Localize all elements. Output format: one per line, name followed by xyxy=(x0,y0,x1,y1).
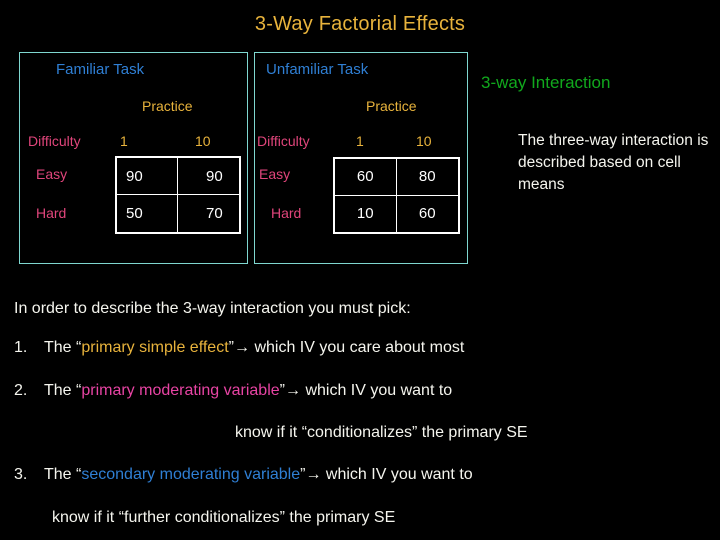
list-item-number: 3. xyxy=(14,466,28,483)
table-cell: 90 xyxy=(178,158,239,195)
panel-familiar-row-label-easy: Easy xyxy=(36,166,68,182)
list-item-lead: The “ xyxy=(44,382,82,399)
panel-unfamiliar-row-label-easy: Easy xyxy=(259,166,291,182)
panel-familiar-col-head-10: 10 xyxy=(195,133,211,149)
list-item-highlight: secondary moderating variable xyxy=(81,466,301,483)
table-cell: 60 xyxy=(335,159,397,196)
page-title: 3-Way Factorial Effects xyxy=(254,13,466,35)
arrow-icon: → xyxy=(305,466,322,483)
arrow-icon: → xyxy=(233,339,250,356)
list-item-continuation: know if it “further conditionalizes” the… xyxy=(52,509,396,526)
panel-unfamiliar-col-head-1: 1 xyxy=(356,133,364,149)
panel-unfamiliar-col-head-10: 10 xyxy=(416,133,432,149)
intro-line: In order to describe the 3-way interacti… xyxy=(14,300,411,317)
panel-unfamiliar-cell-grid: 60 80 10 60 xyxy=(333,157,460,234)
panel-familiar-practice-label: Practice xyxy=(142,98,193,114)
panel-unfamiliar-difficulty-label: Difficulty xyxy=(257,133,310,149)
panel-unfamiliar-practice-label: Practice xyxy=(366,98,417,114)
list-item-number: 1. xyxy=(14,339,28,356)
table-cell: 80 xyxy=(396,159,458,196)
panel-familiar-task: Familiar Task Practice Difficulty 1 10 E… xyxy=(19,52,248,264)
panel-unfamiliar-row-label-hard: Hard xyxy=(271,205,302,221)
list-item-continuation: know if it “conditionalizes” the primary… xyxy=(235,424,528,441)
list-item-highlight: primary moderating variable xyxy=(81,382,280,399)
list-item: 3. The “secondary moderating variable”→ w… xyxy=(14,466,473,484)
panel-familiar-difficulty-label: Difficulty xyxy=(28,133,81,149)
panel-familiar-cell-grid: 90 90 50 70 xyxy=(115,156,241,234)
panel-familiar-col-head-1: 1 xyxy=(120,133,128,149)
panel-unfamiliar-task: Unfamiliar Task Practice Difficulty 1 10… xyxy=(254,52,468,264)
table-cell: 50 xyxy=(117,195,178,232)
panel-unfamiliar-title: Unfamiliar Task xyxy=(266,61,369,78)
panel-familiar-title: Familiar Task xyxy=(56,61,145,78)
list-item-lead: The “ xyxy=(44,466,82,483)
list-item-tail: which IV you care about most xyxy=(254,339,465,356)
list-item-lead: The “ xyxy=(44,339,82,356)
table-cell: 10 xyxy=(335,195,397,232)
interaction-body-text: The three-way interaction is described b… xyxy=(518,132,709,193)
table-cell: 60 xyxy=(418,205,436,223)
list-item: 1. The “primary simple effect”→ which IV … xyxy=(14,339,464,357)
list-item: 2. The “primary moderating variable”→ whi… xyxy=(14,382,452,400)
list-item-highlight: primary simple effect xyxy=(81,339,229,356)
table-cell: 90 xyxy=(117,158,178,195)
panel-familiar-row-label-hard: Hard xyxy=(36,205,67,221)
interaction-heading: 3-way Interaction xyxy=(481,73,611,92)
list-item-tail: which IV you want to xyxy=(305,382,453,399)
list-item-tail: which IV you want to xyxy=(325,466,473,483)
list-item-number: 2. xyxy=(14,382,28,399)
arrow-icon: → xyxy=(284,382,301,399)
table-cell: 70 xyxy=(206,205,223,222)
